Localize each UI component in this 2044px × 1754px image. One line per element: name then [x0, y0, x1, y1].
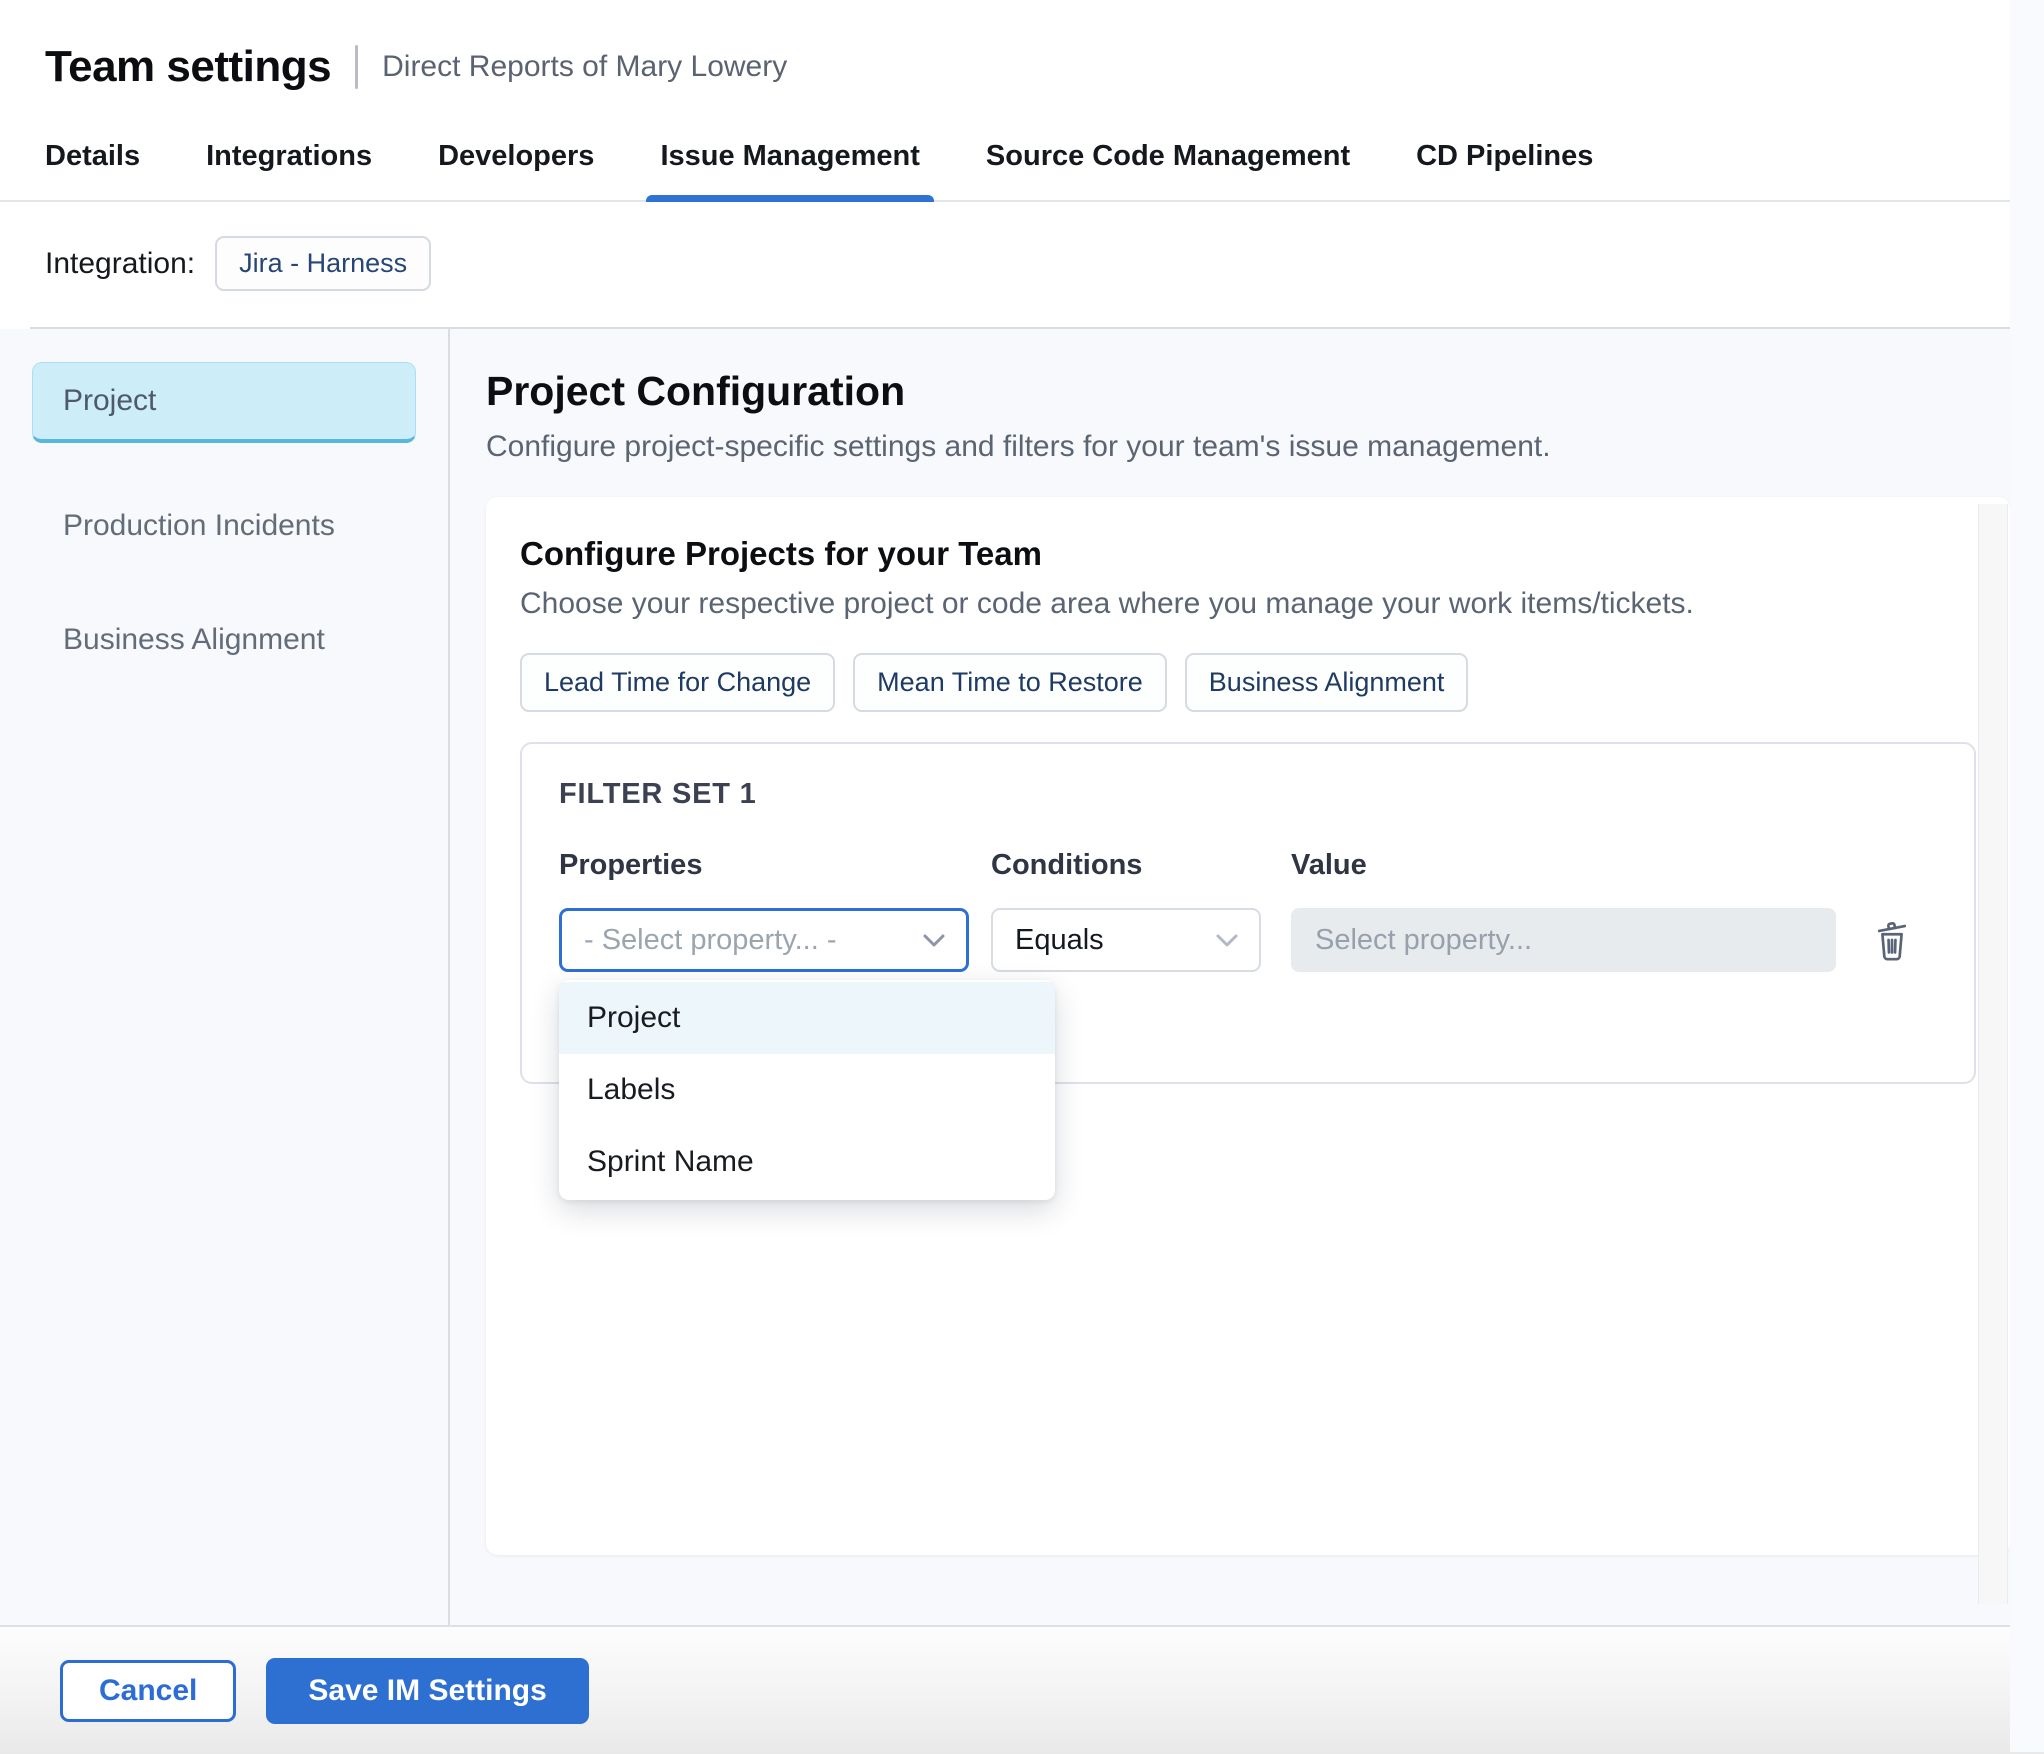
footer-bar: Cancel Save IM Settings — [0, 1627, 2044, 1754]
card-subtitle: Choose your respective project or code a… — [520, 587, 1976, 621]
sidebar-item-business-alignment[interactable]: Business Alignment — [0, 583, 448, 697]
value-input[interactable] — [1291, 908, 1836, 972]
title-separator — [355, 45, 358, 89]
tab-source-code-management[interactable]: Source Code Management — [986, 138, 1350, 200]
dropdown-option-project[interactable]: Project — [559, 982, 1055, 1054]
conditions-select[interactable]: Equals — [991, 908, 1261, 972]
section-title: Project Configuration — [486, 367, 2010, 415]
filter-row: - Select property... - Project Labels Sp… — [559, 908, 1937, 972]
filter-set-title: FILTER SET 1 — [559, 778, 1937, 811]
conditions-value: Equals — [1015, 924, 1104, 957]
chip-mean-time-to-restore[interactable]: Mean Time to Restore — [853, 653, 1167, 712]
properties-dropdown: Project Labels Sprint Name — [559, 980, 1055, 1200]
conditions-select-wrapper: Equals — [991, 908, 1261, 972]
metric-chip-row: Lead Time for Change Mean Time to Restor… — [520, 653, 1976, 712]
save-im-settings-button[interactable]: Save IM Settings — [266, 1658, 588, 1724]
column-header-properties: Properties — [559, 849, 969, 882]
page-subtitle: Direct Reports of Mary Lowery — [382, 50, 787, 84]
column-header-conditions: Conditions — [991, 849, 1261, 882]
integration-label: Integration: — [45, 247, 195, 281]
sidebar-item-project[interactable]: Project — [32, 362, 416, 443]
tab-cd-pipelines[interactable]: CD Pipelines — [1416, 138, 1593, 200]
window-scrollbar-track[interactable] — [2010, 0, 2044, 1752]
filter-column-headers: Properties Conditions Value — [559, 849, 1937, 882]
column-header-value: Value — [1291, 849, 1836, 882]
titlebar: Team settings Direct Reports of Mary Low… — [0, 0, 2044, 92]
properties-placeholder: - Select property... - — [584, 924, 837, 957]
chip-lead-time-for-change[interactable]: Lead Time for Change — [520, 653, 835, 712]
settings-sidebar: Project Production Incidents Business Al… — [0, 329, 450, 1625]
delete-filter-button[interactable] — [1869, 915, 1915, 965]
sidebar-item-production-incidents[interactable]: Production Incidents — [0, 469, 448, 583]
section-subtitle: Configure project-specific settings and … — [486, 429, 2010, 465]
chip-business-alignment[interactable]: Business Alignment — [1185, 653, 1469, 712]
properties-select[interactable]: - Select property... - — [559, 908, 969, 972]
tab-developers[interactable]: Developers — [438, 138, 594, 200]
dropdown-option-sprint-name[interactable]: Sprint Name — [559, 1126, 1055, 1198]
tab-integrations[interactable]: Integrations — [206, 138, 372, 200]
chevron-down-icon — [1215, 933, 1239, 948]
page-title: Team settings — [45, 42, 331, 92]
chevron-down-icon — [922, 933, 946, 948]
card-title: Configure Projects for your Team — [520, 535, 1976, 573]
content-area: Project Production Incidents Business Al… — [0, 329, 2044, 1625]
main-panel: Project Configuration Configure project-… — [450, 329, 2044, 1625]
tab-bar: Details Integrations Developers Issue Ma… — [0, 138, 2044, 202]
integration-bar: Integration: Jira - Harness — [0, 202, 2044, 327]
tab-issue-management[interactable]: Issue Management — [660, 138, 919, 200]
integration-chip[interactable]: Jira - Harness — [215, 236, 431, 291]
properties-select-wrapper: - Select property... - Project Labels Sp… — [559, 908, 969, 972]
trash-icon — [1869, 915, 1915, 965]
cancel-button[interactable]: Cancel — [60, 1660, 236, 1722]
value-input-wrapper — [1291, 908, 1836, 972]
dropdown-option-labels[interactable]: Labels — [559, 1054, 1055, 1126]
tab-details[interactable]: Details — [45, 138, 140, 200]
configure-projects-card: Configure Projects for your Team Choose … — [486, 497, 2010, 1555]
panel-scrollbar-track[interactable] — [1978, 504, 2008, 1604]
filter-set-1: FILTER SET 1 Properties Conditions Value… — [520, 742, 1976, 1084]
